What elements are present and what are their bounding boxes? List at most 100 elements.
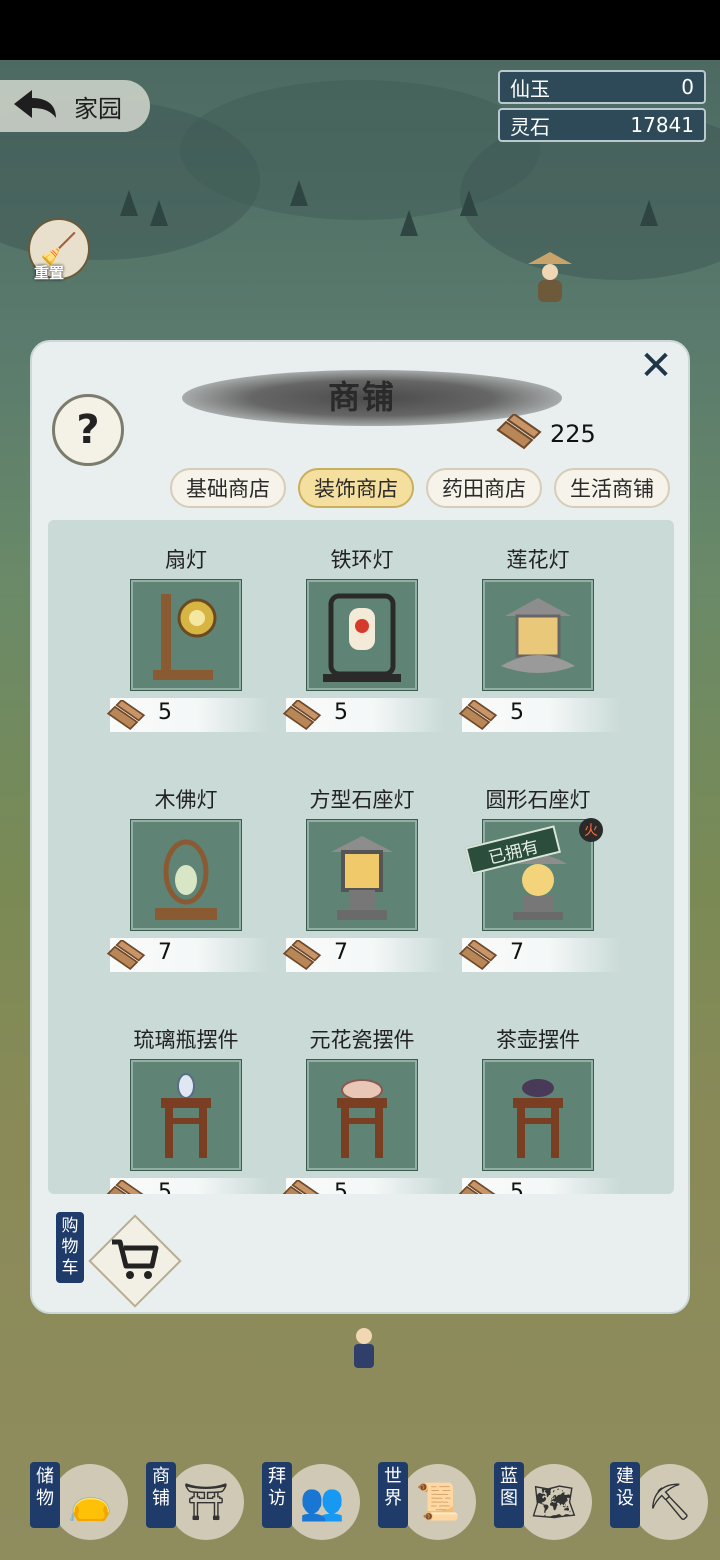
wood-plank-icon: [282, 1180, 320, 1194]
item-name: 铁环灯: [330, 548, 394, 572]
price-row: 7: [106, 938, 270, 972]
porcelain-decor-icon: [337, 1079, 387, 1158]
bag-icon: 👝: [52, 1464, 128, 1540]
nav-storage[interactable]: 👝 储物: [10, 1456, 128, 1556]
currency-lingshi: 灵石 17841: [498, 108, 706, 142]
wood-plank-icon: [106, 940, 146, 971]
nav-shop[interactable]: ⛩ 商铺: [126, 1456, 244, 1556]
visit-icon: 👥: [284, 1464, 360, 1540]
iron-ring-lamp-icon: [323, 593, 401, 682]
currency-name: 仙玉: [510, 76, 550, 101]
price-row: 5: [458, 698, 622, 732]
nav-label: 储物: [30, 1462, 60, 1528]
wood-plank-icon: [458, 700, 498, 731]
wood-plank-icon: [282, 700, 322, 731]
wood-plank-icon: [282, 940, 322, 971]
question-icon: ?: [76, 407, 100, 453]
currency-xianyu: 仙玉 0: [498, 70, 706, 104]
back-label: 家园: [74, 94, 122, 123]
close-icon: ✕: [639, 343, 673, 389]
shop-item[interactable]: 木佛灯 7: [98, 770, 274, 980]
nav-world[interactable]: 📜 世界: [358, 1456, 476, 1556]
wood-plank-icon: [106, 1180, 144, 1194]
item-image: [482, 1059, 594, 1171]
wood-plank-icon: [458, 940, 498, 971]
back-arrow-icon: [14, 90, 56, 118]
shop-title: 商铺: [327, 378, 396, 416]
bottom-nav: 👝 储物 ⛩ 商铺 👥 拜访 📜 世界 🗺 蓝图 ⛏ 建设: [0, 1456, 720, 1556]
price-row: 5: [282, 1178, 446, 1194]
item-image: [306, 579, 418, 691]
item-name: 琉璃瓶摆件: [133, 1028, 239, 1052]
tab-decor-shop[interactable]: 装饰商店: [298, 468, 414, 508]
item-image: [482, 579, 594, 691]
item-name: 茶壶摆件: [496, 1028, 580, 1052]
currency-name: 灵石: [510, 114, 550, 139]
shop-item[interactable]: 元花瓷摆件 5: [274, 1010, 450, 1194]
blueprint-icon: 🗺: [516, 1464, 592, 1540]
shop-item[interactable]: 茶壶摆件 5: [450, 1010, 626, 1194]
shop-dialog: 商铺 ? ✕ 225 基础商店 装饰商店 药田商店 生活商铺 扇灯 5 铁环灯 …: [30, 340, 690, 1314]
status-bar: [0, 0, 720, 60]
price-row: 5: [458, 1178, 622, 1194]
price-row: 5: [282, 698, 446, 732]
lotus-lamp-icon: [501, 598, 575, 673]
item-price: 5: [334, 700, 348, 725]
item-image: [306, 819, 418, 931]
tab-herb-shop[interactable]: 药田商店: [426, 468, 542, 508]
shop-item[interactable]: 圆形石座灯 已拥有 火 7: [450, 770, 626, 980]
fan-lamp-icon: [153, 594, 217, 680]
item-name: 扇灯: [165, 548, 207, 572]
item-price: 5: [510, 1180, 524, 1194]
nav-label: 建设: [610, 1462, 640, 1528]
item-name: 圆形石座灯: [485, 788, 591, 812]
cart-icon: [112, 1239, 159, 1279]
shop-item[interactable]: 扇灯 5: [98, 530, 274, 740]
villager-npc[interactable]: [350, 1326, 378, 1370]
item-price: 5: [334, 1180, 348, 1194]
nav-blueprint[interactable]: 🗺 蓝图: [474, 1456, 592, 1556]
shop-tabs: 基础商店 装饰商店 药田商店 生活商铺: [170, 468, 670, 508]
item-image: [130, 579, 242, 691]
tab-basic-shop[interactable]: 基础商店: [170, 468, 286, 508]
help-button[interactable]: ?: [52, 394, 124, 466]
item-price: 7: [158, 940, 172, 965]
item-name: 木佛灯: [154, 788, 218, 812]
wood-plank-icon: [496, 414, 542, 450]
nav-label: 蓝图: [494, 1462, 524, 1528]
nav-build[interactable]: ⛏ 建设: [590, 1456, 708, 1556]
nav-label: 拜访: [262, 1462, 292, 1528]
reset-label: 重置: [34, 264, 65, 282]
wood-balance-value: 225: [550, 420, 596, 448]
item-name: 莲花灯: [506, 548, 570, 572]
wood-plank-icon: [106, 700, 146, 731]
shop-item[interactable]: 方型石座灯 7: [274, 770, 450, 980]
shop-item[interactable]: 琉璃瓶摆件 5: [98, 1010, 274, 1194]
item-image: [130, 1059, 242, 1171]
hot-badge: 火: [579, 818, 603, 842]
price-row: 7: [282, 938, 446, 972]
nav-label: 世界: [378, 1462, 408, 1528]
wood-buddha-lamp-icon: [155, 839, 217, 920]
shop-icon: ⛩: [168, 1464, 244, 1540]
close-button[interactable]: ✕: [634, 343, 678, 389]
wood-balance: 225: [494, 414, 596, 454]
price-row: 5: [106, 698, 270, 732]
currency-value: 17841: [630, 113, 694, 137]
shop-item[interactable]: 莲花灯 5: [450, 530, 626, 740]
shop-item[interactable]: 铁环灯 5: [274, 530, 450, 740]
teapot-decor-icon: [513, 1079, 563, 1158]
item-price: 5: [158, 1180, 172, 1194]
fisherman-npc[interactable]: [524, 250, 576, 306]
item-image: 已拥有 火: [464, 818, 603, 931]
pickaxe-icon: ⛏: [632, 1464, 708, 1540]
back-button[interactable]: 家园: [0, 80, 150, 132]
square-stone-lamp-icon: [331, 836, 393, 920]
tab-life-shop[interactable]: 生活商铺: [554, 468, 670, 508]
price-row: 7: [458, 938, 622, 972]
price-row: 5: [106, 1178, 270, 1194]
nav-visit[interactable]: 👥 拜访: [242, 1456, 360, 1556]
item-price: 7: [334, 940, 348, 965]
nav-label: 商铺: [146, 1462, 176, 1528]
item-grid: 扇灯 5 铁环灯 5 莲花灯 5 木佛灯 7 方型石座灯 7 圆形石座灯 已拥有…: [48, 520, 674, 1194]
